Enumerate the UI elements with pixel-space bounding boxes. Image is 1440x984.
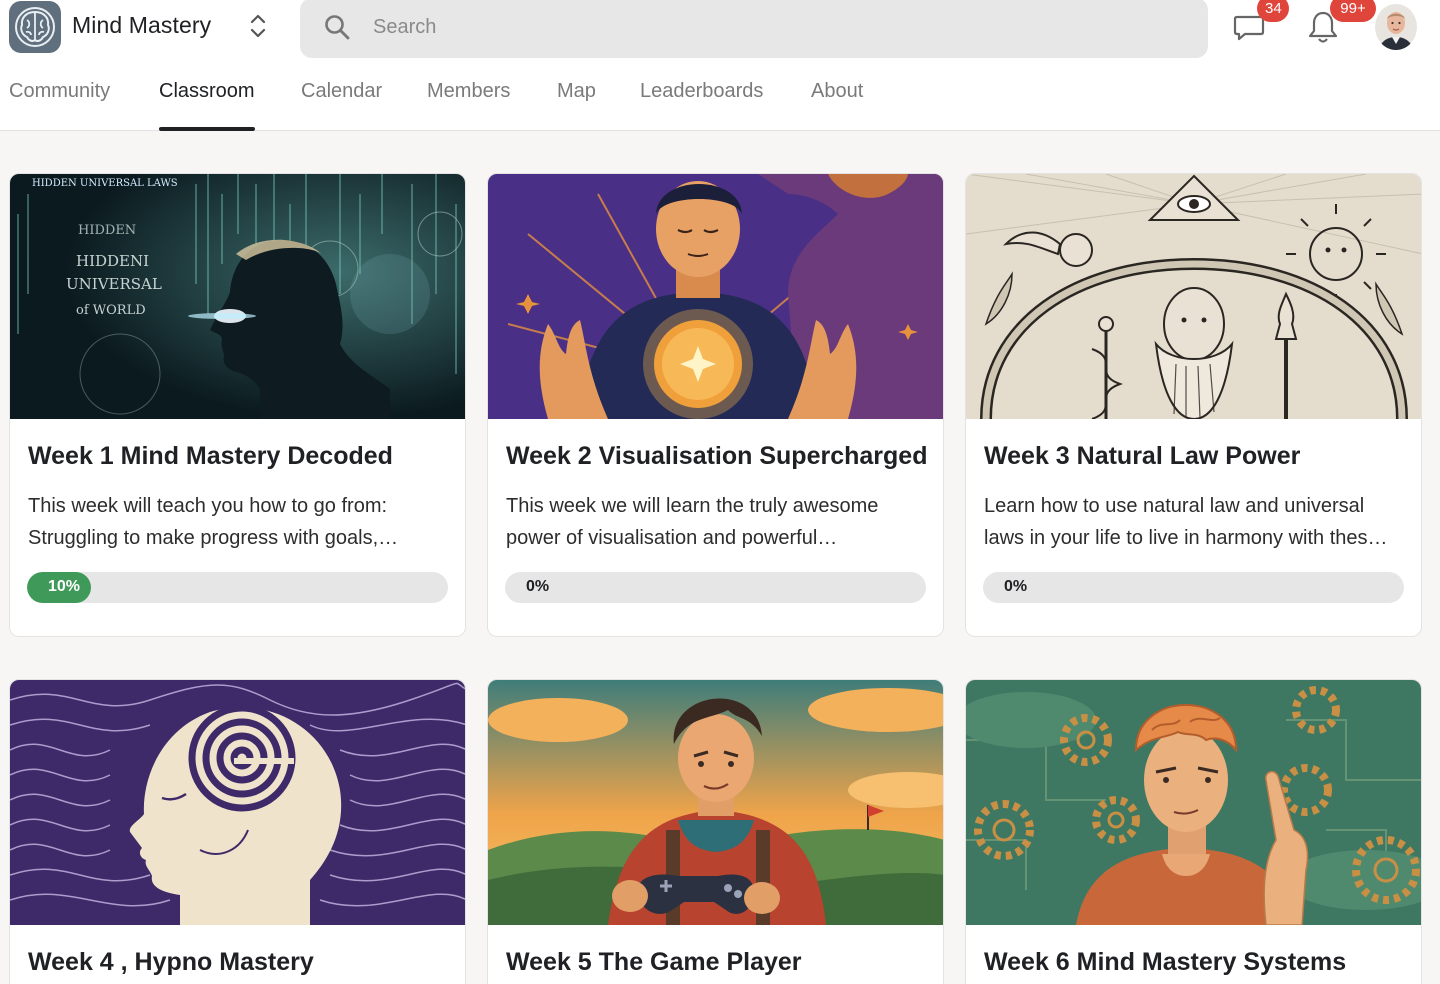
course-description-line: power of visualisation and powerful… bbox=[506, 527, 838, 549]
app-logo[interactable] bbox=[9, 1, 61, 53]
tab-classroom[interactable]: Classroom bbox=[159, 80, 255, 131]
thumbnail-text-line: of WORLD bbox=[76, 303, 146, 318]
tab-community[interactable]: Community bbox=[9, 80, 110, 131]
nav-tabs: Community Classroom Calendar Members Map… bbox=[0, 80, 1000, 131]
course-thumbnail bbox=[488, 680, 943, 925]
course-card-week-3[interactable]: Week 3 Natural Law Power Learn how to us… bbox=[965, 173, 1422, 637]
course-thumbnail bbox=[488, 174, 943, 419]
chat-count-badge: 34 bbox=[1257, 0, 1289, 22]
course-thumbnail bbox=[966, 174, 1421, 419]
course-title[interactable]: Week 5 The Game Player bbox=[506, 948, 802, 977]
course-title[interactable]: Week 1 Mind Mastery Decoded bbox=[28, 442, 393, 471]
app-name[interactable]: Mind Mastery bbox=[72, 12, 211, 39]
thumbnail-text-line: HIDDEN bbox=[78, 223, 136, 238]
course-description-line: This week we will learn the truly awesom… bbox=[506, 495, 879, 517]
thumbnail-text-line: UNIVERSAL bbox=[66, 275, 162, 293]
course-description: Learn how to use natural law and univers… bbox=[984, 490, 1404, 554]
user-avatar[interactable] bbox=[1375, 4, 1417, 50]
course-progress-bar: 0% bbox=[983, 572, 1404, 603]
tab-leaderboards[interactable]: Leaderboards bbox=[640, 80, 763, 131]
course-card-week-6[interactable]: Week 6 Mind Mastery Systems bbox=[965, 679, 1422, 984]
tab-about[interactable]: About bbox=[811, 80, 863, 131]
course-card-week-2[interactable]: Week 2 Visualisation Supercharged This w… bbox=[487, 173, 944, 637]
tab-map[interactable]: Map bbox=[557, 80, 596, 131]
course-progress-label: 0% bbox=[526, 578, 550, 595]
course-description-line: Struggling to make progress with goals,… bbox=[28, 527, 399, 549]
course-progress-label: 0% bbox=[1004, 578, 1028, 595]
course-card-week-1[interactable]: HIDDEN UNIVERSAL LAWS HIDDEN HIDDENI UNI… bbox=[9, 173, 466, 637]
course-card-week-5[interactable]: Week 5 The Game Player bbox=[487, 679, 944, 984]
course-title[interactable]: Week 4 , Hypno Mastery bbox=[28, 948, 314, 977]
course-thumbnail bbox=[966, 680, 1421, 925]
course-title[interactable]: Week 2 Visualisation Supercharged bbox=[506, 442, 927, 471]
notification-count-badge: 99+ bbox=[1330, 0, 1376, 22]
course-title[interactable]: Week 3 Natural Law Power bbox=[984, 442, 1300, 471]
search-input[interactable] bbox=[373, 12, 1173, 42]
tab-members[interactable]: Members bbox=[427, 80, 510, 131]
course-thumbnail bbox=[10, 680, 465, 925]
course-title[interactable]: Week 6 Mind Mastery Systems bbox=[984, 948, 1346, 977]
course-description: This week we will learn the truly awesom… bbox=[506, 490, 926, 554]
course-description-line: This week will teach you how to go from: bbox=[28, 495, 388, 517]
course-progress-bar: 10% bbox=[27, 572, 448, 603]
course-description-line: laws in your life to live in harmony wit… bbox=[984, 527, 1388, 549]
search-icon bbox=[325, 15, 350, 40]
tab-calendar[interactable]: Calendar bbox=[301, 80, 382, 131]
course-thumbnail: HIDDEN UNIVERSAL LAWS HIDDEN HIDDENI UNI… bbox=[10, 174, 465, 419]
brain-icon bbox=[12, 4, 58, 50]
course-description: This week will teach you how to go from:… bbox=[28, 490, 448, 554]
thumbnail-text-line: HIDDEN UNIVERSAL LAWS bbox=[32, 178, 178, 189]
course-card-week-4[interactable]: Week 4 , Hypno Mastery bbox=[9, 679, 466, 984]
thumbnail-text-line: HIDDENI bbox=[76, 252, 149, 270]
avatar-photo-icon bbox=[1375, 4, 1417, 50]
course-description-line: Learn how to use natural law and univers… bbox=[984, 495, 1365, 517]
course-progress-bar: 0% bbox=[505, 572, 926, 603]
course-progress-label: 10% bbox=[48, 578, 81, 595]
top-header: Mind Mastery 34 99+ bbox=[0, 0, 1440, 131]
community-switcher-icon[interactable] bbox=[246, 12, 270, 40]
